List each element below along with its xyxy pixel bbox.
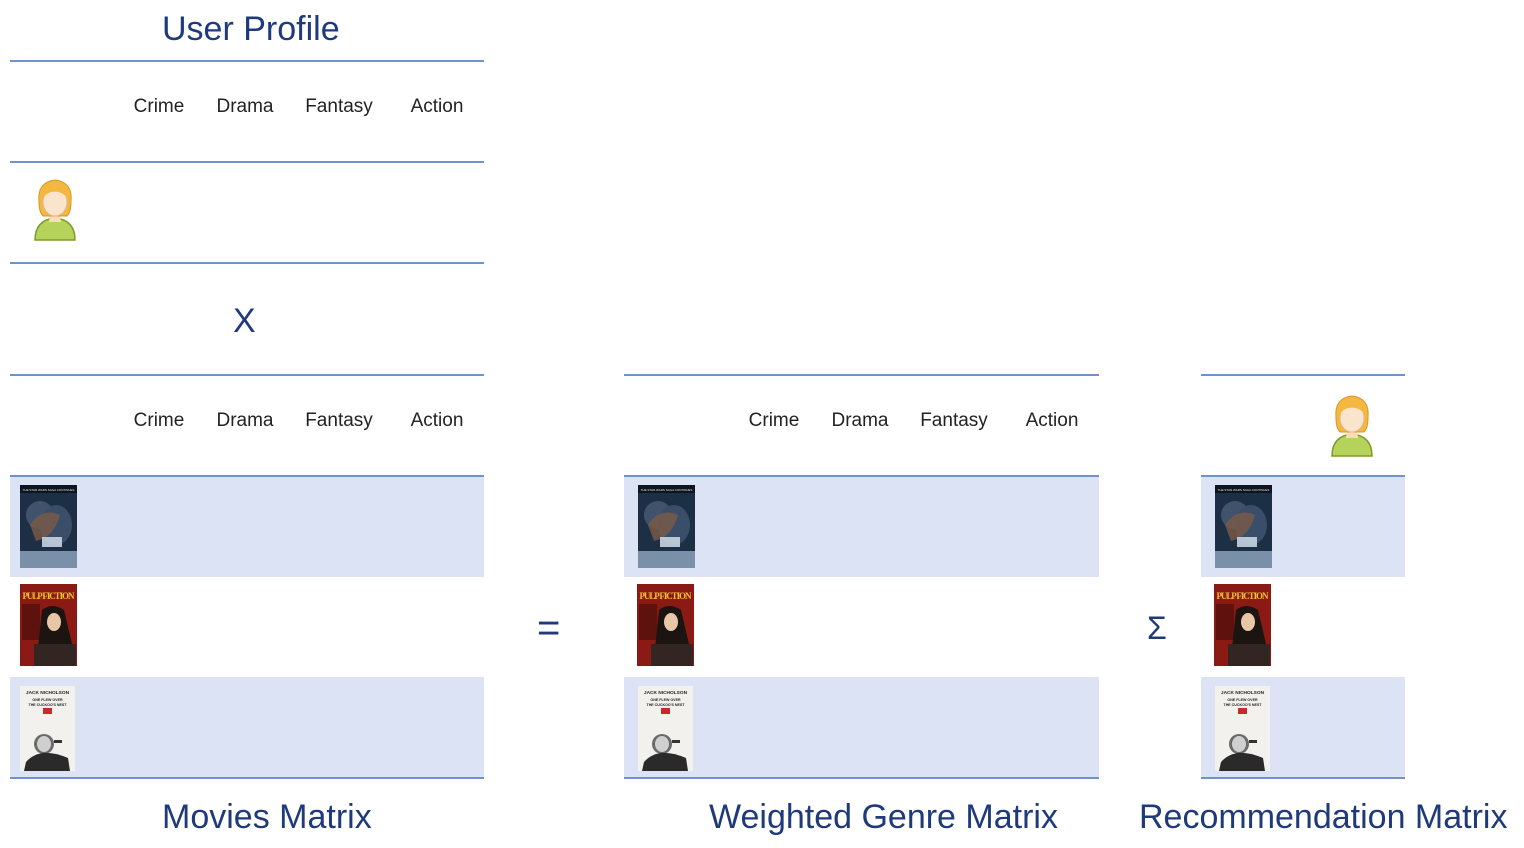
multiply-operator: X [233, 302, 256, 340]
user-avatar-icon [31, 176, 79, 249]
movies-matrix-label: Movies Matrix [162, 798, 372, 836]
genre-header-fantasy: Fantasy [920, 410, 988, 431]
genre-header-crime: Crime [748, 410, 800, 431]
genre-header-fantasy: Fantasy [305, 410, 373, 431]
poster-text: THE STAR WARS SAGA CONTINUES [1218, 488, 1270, 492]
pulp-fiction-poster: PULP FICTION [20, 584, 77, 666]
equals-operator: = [537, 606, 561, 650]
poster-text: PULP FICTION [640, 591, 693, 601]
divider [624, 777, 1099, 779]
poster-text: THE STAR WARS SAGA CONTINUES [641, 488, 693, 492]
pulp-fiction-poster: PULP FICTION [637, 584, 694, 666]
empire-strikes-back-poster: THE STAR WARS SAGA CONTINUES [20, 485, 77, 568]
poster-text: PULP FICTION [23, 591, 76, 601]
empire-strikes-back-poster: THE STAR WARS SAGA CONTINUES [1215, 485, 1272, 568]
poster-text: ONE FLEW OVER [32, 698, 63, 702]
poster-text: JACK NICHOLSON [1221, 690, 1265, 696]
poster-text: THE CUCKOO'S NEST [29, 703, 68, 707]
user-avatar-icon [1328, 392, 1376, 465]
divider [10, 161, 484, 163]
weighted-matrix-label: Weighted Genre Matrix [709, 798, 1058, 836]
poster-text: JACK NICHOLSON [644, 690, 688, 696]
genre-header-action: Action [410, 96, 464, 117]
genre-header-drama: Drama [831, 410, 889, 431]
genre-header-crime: Crime [133, 410, 185, 431]
genre-header-crime: Crime [133, 96, 185, 117]
divider [1201, 374, 1405, 376]
divider [10, 777, 484, 779]
poster-text: ONE FLEW OVER [650, 698, 681, 702]
poster-text: THE CUCKOO'S NEST [647, 703, 686, 707]
divider [10, 60, 484, 62]
genre-header-action: Action [410, 410, 464, 431]
cuckoos-nest-poster: JACK NICHOLSON ONE FLEW OVER THE CUCKOO'… [1215, 686, 1270, 771]
table-row [624, 477, 1099, 577]
user-profile-title: User Profile [162, 10, 340, 48]
table-row [624, 677, 1099, 777]
poster-text: ONE FLEW OVER [1227, 698, 1258, 702]
cuckoos-nest-poster: JACK NICHOLSON ONE FLEW OVER THE CUCKOO'… [638, 686, 693, 771]
genre-header-drama: Drama [216, 96, 274, 117]
genre-header-fantasy: Fantasy [305, 96, 373, 117]
empire-strikes-back-poster: THE STAR WARS SAGA CONTINUES [638, 485, 695, 568]
genre-header-action: Action [1025, 410, 1079, 431]
genre-header-drama: Drama [216, 410, 274, 431]
poster-text: THE CUCKOO'S NEST [1224, 703, 1263, 707]
poster-text: JACK NICHOLSON [26, 690, 70, 696]
divider [10, 262, 484, 264]
divider [624, 374, 1099, 376]
divider [10, 374, 484, 376]
table-row [10, 677, 484, 777]
divider [1201, 777, 1405, 779]
table-row [10, 477, 484, 577]
poster-text: PULP FICTION [1217, 591, 1270, 601]
sum-operator: Σ [1147, 610, 1167, 646]
poster-text: THE STAR WARS SAGA CONTINUES [23, 488, 75, 492]
cuckoos-nest-poster: JACK NICHOLSON ONE FLEW OVER THE CUCKOO'… [20, 686, 75, 771]
recommendation-matrix-label: Recommendation Matrix [1139, 798, 1508, 836]
pulp-fiction-poster: PULP FICTION [1214, 584, 1271, 666]
